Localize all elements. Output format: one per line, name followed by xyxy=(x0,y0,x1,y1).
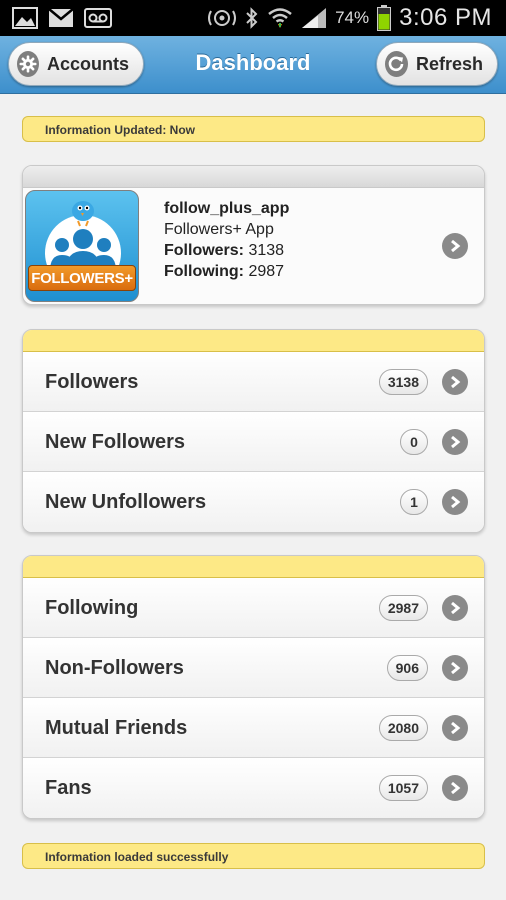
accounts-button[interactable]: Accounts xyxy=(8,42,144,86)
count-badge: 906 xyxy=(386,655,428,681)
accounts-button-label: Accounts xyxy=(46,53,129,74)
info-loaded-bar: Information loaded successfully xyxy=(22,843,485,869)
refresh-icon xyxy=(385,51,408,77)
gear-icon xyxy=(17,51,39,77)
bluetooth-icon xyxy=(245,6,259,30)
count-badge: 1057 xyxy=(378,775,428,801)
list-item-followers[interactable]: Followers 3138 xyxy=(23,352,484,412)
list-item-fans[interactable]: Fans 1057 xyxy=(23,758,484,818)
count-badge: 1 xyxy=(400,489,428,515)
list-item-label: Followers xyxy=(45,371,139,393)
list-item-new-followers[interactable]: New Followers 0 xyxy=(23,412,484,472)
profile-followers-value: 3138 xyxy=(248,242,285,259)
list-item-label: Fans xyxy=(45,777,92,799)
nfc-icon xyxy=(207,6,237,30)
profile-following-label: Following: xyxy=(164,263,244,280)
list-item-label: Mutual Friends xyxy=(45,717,188,739)
chevron-right-icon xyxy=(442,489,468,515)
following-card-header xyxy=(23,556,484,578)
gmail-icon xyxy=(48,8,74,28)
followers-card: Followers 3138 New Followers 0 New Unfol… xyxy=(22,329,485,533)
chevron-right-icon xyxy=(442,775,468,801)
count-badge: 2080 xyxy=(378,715,428,741)
chevron-right-icon xyxy=(442,429,468,455)
count-badge: 2987 xyxy=(378,595,428,621)
page-title: Dashboard xyxy=(195,50,311,75)
profile-card[interactable]: FOLLOWERS+ follow_plus_app Followers+ Ap… xyxy=(22,165,485,305)
count-badge: 3138 xyxy=(378,369,428,395)
refresh-button[interactable]: Refresh xyxy=(376,42,498,86)
chevron-right-icon[interactable] xyxy=(442,233,468,259)
profile-card-header xyxy=(23,166,484,188)
voicemail-icon xyxy=(84,8,112,28)
list-item-label: Following xyxy=(45,597,139,619)
chevron-right-icon xyxy=(442,369,468,395)
signal-icon xyxy=(301,7,327,29)
refresh-button-label: Refresh xyxy=(415,53,483,74)
list-item-non-followers[interactable]: Non-Followers 906 xyxy=(23,638,484,698)
profile-username: follow_plus_app xyxy=(164,200,290,217)
profile-app-name: Followers+ App xyxy=(164,221,274,238)
wifi-icon xyxy=(267,6,293,30)
profile-following-value: 2987 xyxy=(248,263,285,280)
followers-card-header xyxy=(23,330,484,352)
chevron-right-icon xyxy=(442,655,468,681)
list-item-new-unfollowers[interactable]: New Unfollowers 1 xyxy=(23,472,484,532)
list-item-label: Non-Followers xyxy=(45,657,184,679)
battery-icon xyxy=(377,5,392,31)
app-icon-label: FOLLOWERS+ xyxy=(28,265,136,291)
battery-percent: 74% xyxy=(335,8,370,27)
info-updated-bar: Information Updated: Now xyxy=(22,116,485,142)
profile-followers-label: Followers: xyxy=(164,242,245,259)
app-header: Accounts Dashboard Refresh xyxy=(0,36,506,94)
chevron-right-icon xyxy=(442,595,468,621)
clock: 3:06 PM xyxy=(399,4,492,31)
list-item-label: New Followers xyxy=(45,431,186,453)
gallery-icon xyxy=(12,7,38,29)
list-item-following[interactable]: Following 2987 xyxy=(23,578,484,638)
following-card: Following 2987 Non-Followers 906 Mutual … xyxy=(22,555,485,819)
status-bar: 74% 3:06 PM xyxy=(0,0,506,36)
list-item-mutual-friends[interactable]: Mutual Friends 2080 xyxy=(23,698,484,758)
app-icon: FOLLOWERS+ xyxy=(25,190,139,302)
count-badge: 0 xyxy=(400,429,428,455)
chevron-right-icon xyxy=(442,715,468,741)
list-item-label: New Unfollowers xyxy=(45,491,207,513)
